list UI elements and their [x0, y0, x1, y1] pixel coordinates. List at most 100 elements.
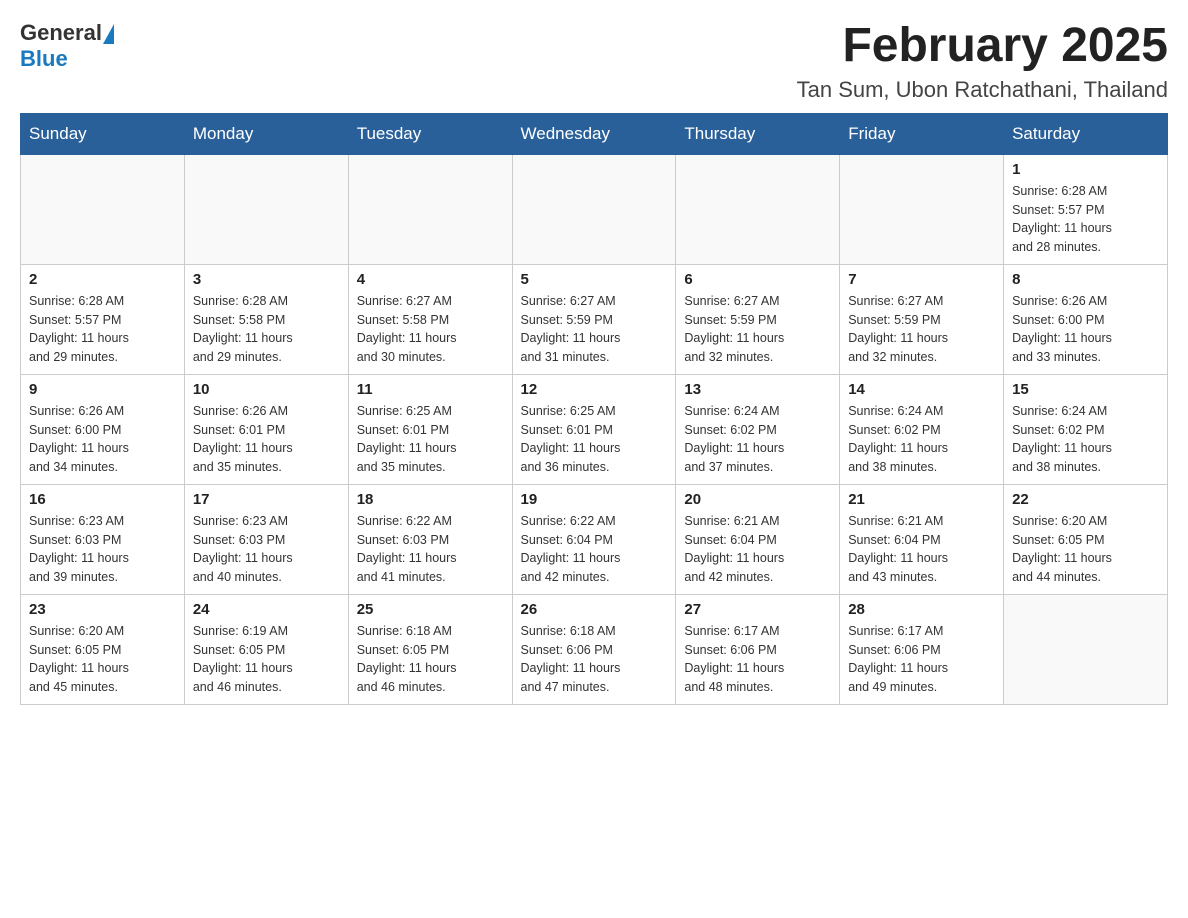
- calendar-day-cell: 9 Sunrise: 6:26 AM Sunset: 6:00 PM Daylig…: [21, 374, 185, 484]
- calendar-day-cell: 15 Sunrise: 6:24 AM Sunset: 6:02 PM Dayli…: [1004, 374, 1168, 484]
- calendar-day-cell: 24Sunrise: 6:19 AM Sunset: 6:05 PM Dayli…: [184, 594, 348, 704]
- calendar-day-cell: 16Sunrise: 6:23 AM Sunset: 6:03 PM Dayli…: [21, 484, 185, 594]
- calendar-day-cell: [512, 154, 676, 264]
- weekday-header-row: Sunday Monday Tuesday Wednesday Thursday…: [21, 113, 1168, 154]
- location-title: Tan Sum, Ubon Ratchathani, Thailand: [797, 77, 1168, 103]
- day-info: Sunrise: 6:27 AM Sunset: 5:59 PM Dayligh…: [521, 292, 668, 367]
- day-info: Sunrise: 6:24 AM Sunset: 6:02 PM Dayligh…: [848, 402, 995, 477]
- calendar-week-row: 2Sunrise: 6:28 AM Sunset: 5:57 PM Daylig…: [21, 264, 1168, 374]
- calendar-day-cell: [21, 154, 185, 264]
- day-info: Sunrise: 6:27 AM Sunset: 5:58 PM Dayligh…: [357, 292, 504, 367]
- day-info: Sunrise: 6:22 AM Sunset: 6:03 PM Dayligh…: [357, 512, 504, 587]
- day-number: 10: [193, 381, 340, 398]
- calendar-day-cell: 19 Sunrise: 6:22 AM Sunset: 6:04 PM Dayli…: [512, 484, 676, 594]
- calendar-header: Sunday Monday Tuesday Wednesday Thursday…: [21, 113, 1168, 154]
- calendar-day-cell: 5 Sunrise: 6:27 AM Sunset: 5:59 PM Daylig…: [512, 264, 676, 374]
- calendar-day-cell: 12 Sunrise: 6:25 AM Sunset: 6:01 PM Dayli…: [512, 374, 676, 484]
- day-number: 8: [1012, 271, 1159, 288]
- day-info: Sunrise: 6:22 AM Sunset: 6:04 PM Dayligh…: [521, 512, 668, 587]
- day-info: Sunrise: 6:26 AM Sunset: 6:01 PM Dayligh…: [193, 402, 340, 477]
- day-info: Sunrise: 6:27 AM Sunset: 5:59 PM Dayligh…: [684, 292, 831, 367]
- header-sunday: Sunday: [21, 113, 185, 154]
- day-number: 13: [684, 381, 831, 398]
- day-number: 7: [848, 271, 995, 288]
- day-number: 11: [357, 381, 504, 398]
- calendar-day-cell: 17 Sunrise: 6:23 AM Sunset: 6:03 PM Dayli…: [184, 484, 348, 594]
- calendar-day-cell: 6Sunrise: 6:27 AM Sunset: 5:59 PM Daylig…: [676, 264, 840, 374]
- calendar-day-cell: 28Sunrise: 6:17 AM Sunset: 6:06 PM Dayli…: [840, 594, 1004, 704]
- day-info: Sunrise: 6:26 AM Sunset: 6:00 PM Dayligh…: [29, 402, 176, 477]
- day-info: Sunrise: 6:25 AM Sunset: 6:01 PM Dayligh…: [521, 402, 668, 477]
- day-info: Sunrise: 6:27 AM Sunset: 5:59 PM Dayligh…: [848, 292, 995, 367]
- day-number: 27: [684, 601, 831, 618]
- calendar-day-cell: 2Sunrise: 6:28 AM Sunset: 5:57 PM Daylig…: [21, 264, 185, 374]
- calendar-day-cell: [1004, 594, 1168, 704]
- calendar-day-cell: 21Sunrise: 6:21 AM Sunset: 6:04 PM Dayli…: [840, 484, 1004, 594]
- day-info: Sunrise: 6:17 AM Sunset: 6:06 PM Dayligh…: [684, 622, 831, 697]
- day-number: 15: [1012, 381, 1159, 398]
- calendar-week-row: 9 Sunrise: 6:26 AM Sunset: 6:00 PM Daylig…: [21, 374, 1168, 484]
- day-number: 17: [193, 491, 340, 508]
- calendar-day-cell: [840, 154, 1004, 264]
- header-thursday: Thursday: [676, 113, 840, 154]
- calendar-week-row: 23 Sunrise: 6:20 AM Sunset: 6:05 PM Dayli…: [21, 594, 1168, 704]
- day-info: Sunrise: 6:21 AM Sunset: 6:04 PM Dayligh…: [684, 512, 831, 587]
- calendar-day-cell: 11 Sunrise: 6:25 AM Sunset: 6:01 PM Dayli…: [348, 374, 512, 484]
- day-info: Sunrise: 6:18 AM Sunset: 6:05 PM Dayligh…: [357, 622, 504, 697]
- header-saturday: Saturday: [1004, 113, 1168, 154]
- logo-blue-text: Blue: [20, 46, 68, 71]
- day-number: 3: [193, 271, 340, 288]
- month-title: February 2025: [797, 20, 1168, 73]
- day-number: 4: [357, 271, 504, 288]
- page-header: General Blue February 2025 Tan Sum, Ubon…: [20, 20, 1168, 103]
- calendar-table: Sunday Monday Tuesday Wednesday Thursday…: [20, 113, 1168, 705]
- logo: General Blue: [20, 20, 114, 72]
- calendar-day-cell: 27 Sunrise: 6:17 AM Sunset: 6:06 PM Dayli…: [676, 594, 840, 704]
- header-friday: Friday: [840, 113, 1004, 154]
- day-number: 25: [357, 601, 504, 618]
- calendar-day-cell: 14 Sunrise: 6:24 AM Sunset: 6:02 PM Dayli…: [840, 374, 1004, 484]
- calendar-day-cell: 20 Sunrise: 6:21 AM Sunset: 6:04 PM Dayli…: [676, 484, 840, 594]
- day-info: Sunrise: 6:24 AM Sunset: 6:02 PM Dayligh…: [684, 402, 831, 477]
- day-number: 26: [521, 601, 668, 618]
- day-info: Sunrise: 6:21 AM Sunset: 6:04 PM Dayligh…: [848, 512, 995, 587]
- calendar-body: 1 Sunrise: 6:28 AM Sunset: 5:57 PM Daylig…: [21, 154, 1168, 704]
- day-number: 20: [684, 491, 831, 508]
- calendar-day-cell: 13 Sunrise: 6:24 AM Sunset: 6:02 PM Dayli…: [676, 374, 840, 484]
- day-number: 19: [521, 491, 668, 508]
- header-monday: Monday: [184, 113, 348, 154]
- day-info: Sunrise: 6:28 AM Sunset: 5:58 PM Dayligh…: [193, 292, 340, 367]
- calendar-day-cell: 10 Sunrise: 6:26 AM Sunset: 6:01 PM Dayli…: [184, 374, 348, 484]
- day-number: 23: [29, 601, 176, 618]
- day-info: Sunrise: 6:25 AM Sunset: 6:01 PM Dayligh…: [357, 402, 504, 477]
- day-info: Sunrise: 6:23 AM Sunset: 6:03 PM Dayligh…: [29, 512, 176, 587]
- day-info: Sunrise: 6:20 AM Sunset: 6:05 PM Dayligh…: [1012, 512, 1159, 587]
- day-info: Sunrise: 6:23 AM Sunset: 6:03 PM Dayligh…: [193, 512, 340, 587]
- day-number: 14: [848, 381, 995, 398]
- day-info: Sunrise: 6:18 AM Sunset: 6:06 PM Dayligh…: [521, 622, 668, 697]
- logo-general-text: General: [20, 20, 102, 46]
- calendar-day-cell: [348, 154, 512, 264]
- calendar-day-cell: [184, 154, 348, 264]
- day-info: Sunrise: 6:28 AM Sunset: 5:57 PM Dayligh…: [1012, 182, 1159, 257]
- calendar-week-row: 16Sunrise: 6:23 AM Sunset: 6:03 PM Dayli…: [21, 484, 1168, 594]
- calendar-day-cell: 23 Sunrise: 6:20 AM Sunset: 6:05 PM Dayli…: [21, 594, 185, 704]
- day-info: Sunrise: 6:19 AM Sunset: 6:05 PM Dayligh…: [193, 622, 340, 697]
- day-number: 5: [521, 271, 668, 288]
- calendar-day-cell: 4 Sunrise: 6:27 AM Sunset: 5:58 PM Daylig…: [348, 264, 512, 374]
- day-info: Sunrise: 6:20 AM Sunset: 6:05 PM Dayligh…: [29, 622, 176, 697]
- day-number: 1: [1012, 161, 1159, 178]
- day-number: 18: [357, 491, 504, 508]
- day-number: 12: [521, 381, 668, 398]
- day-info: Sunrise: 6:26 AM Sunset: 6:00 PM Dayligh…: [1012, 292, 1159, 367]
- day-info: Sunrise: 6:24 AM Sunset: 6:02 PM Dayligh…: [1012, 402, 1159, 477]
- calendar-day-cell: 26 Sunrise: 6:18 AM Sunset: 6:06 PM Dayli…: [512, 594, 676, 704]
- calendar-day-cell: 8 Sunrise: 6:26 AM Sunset: 6:00 PM Daylig…: [1004, 264, 1168, 374]
- day-number: 2: [29, 271, 176, 288]
- calendar-day-cell: 7 Sunrise: 6:27 AM Sunset: 5:59 PM Daylig…: [840, 264, 1004, 374]
- logo-triangle-icon: [103, 24, 114, 44]
- day-number: 28: [848, 601, 995, 618]
- day-number: 9: [29, 381, 176, 398]
- calendar-day-cell: 18 Sunrise: 6:22 AM Sunset: 6:03 PM Dayli…: [348, 484, 512, 594]
- calendar-week-row: 1 Sunrise: 6:28 AM Sunset: 5:57 PM Daylig…: [21, 154, 1168, 264]
